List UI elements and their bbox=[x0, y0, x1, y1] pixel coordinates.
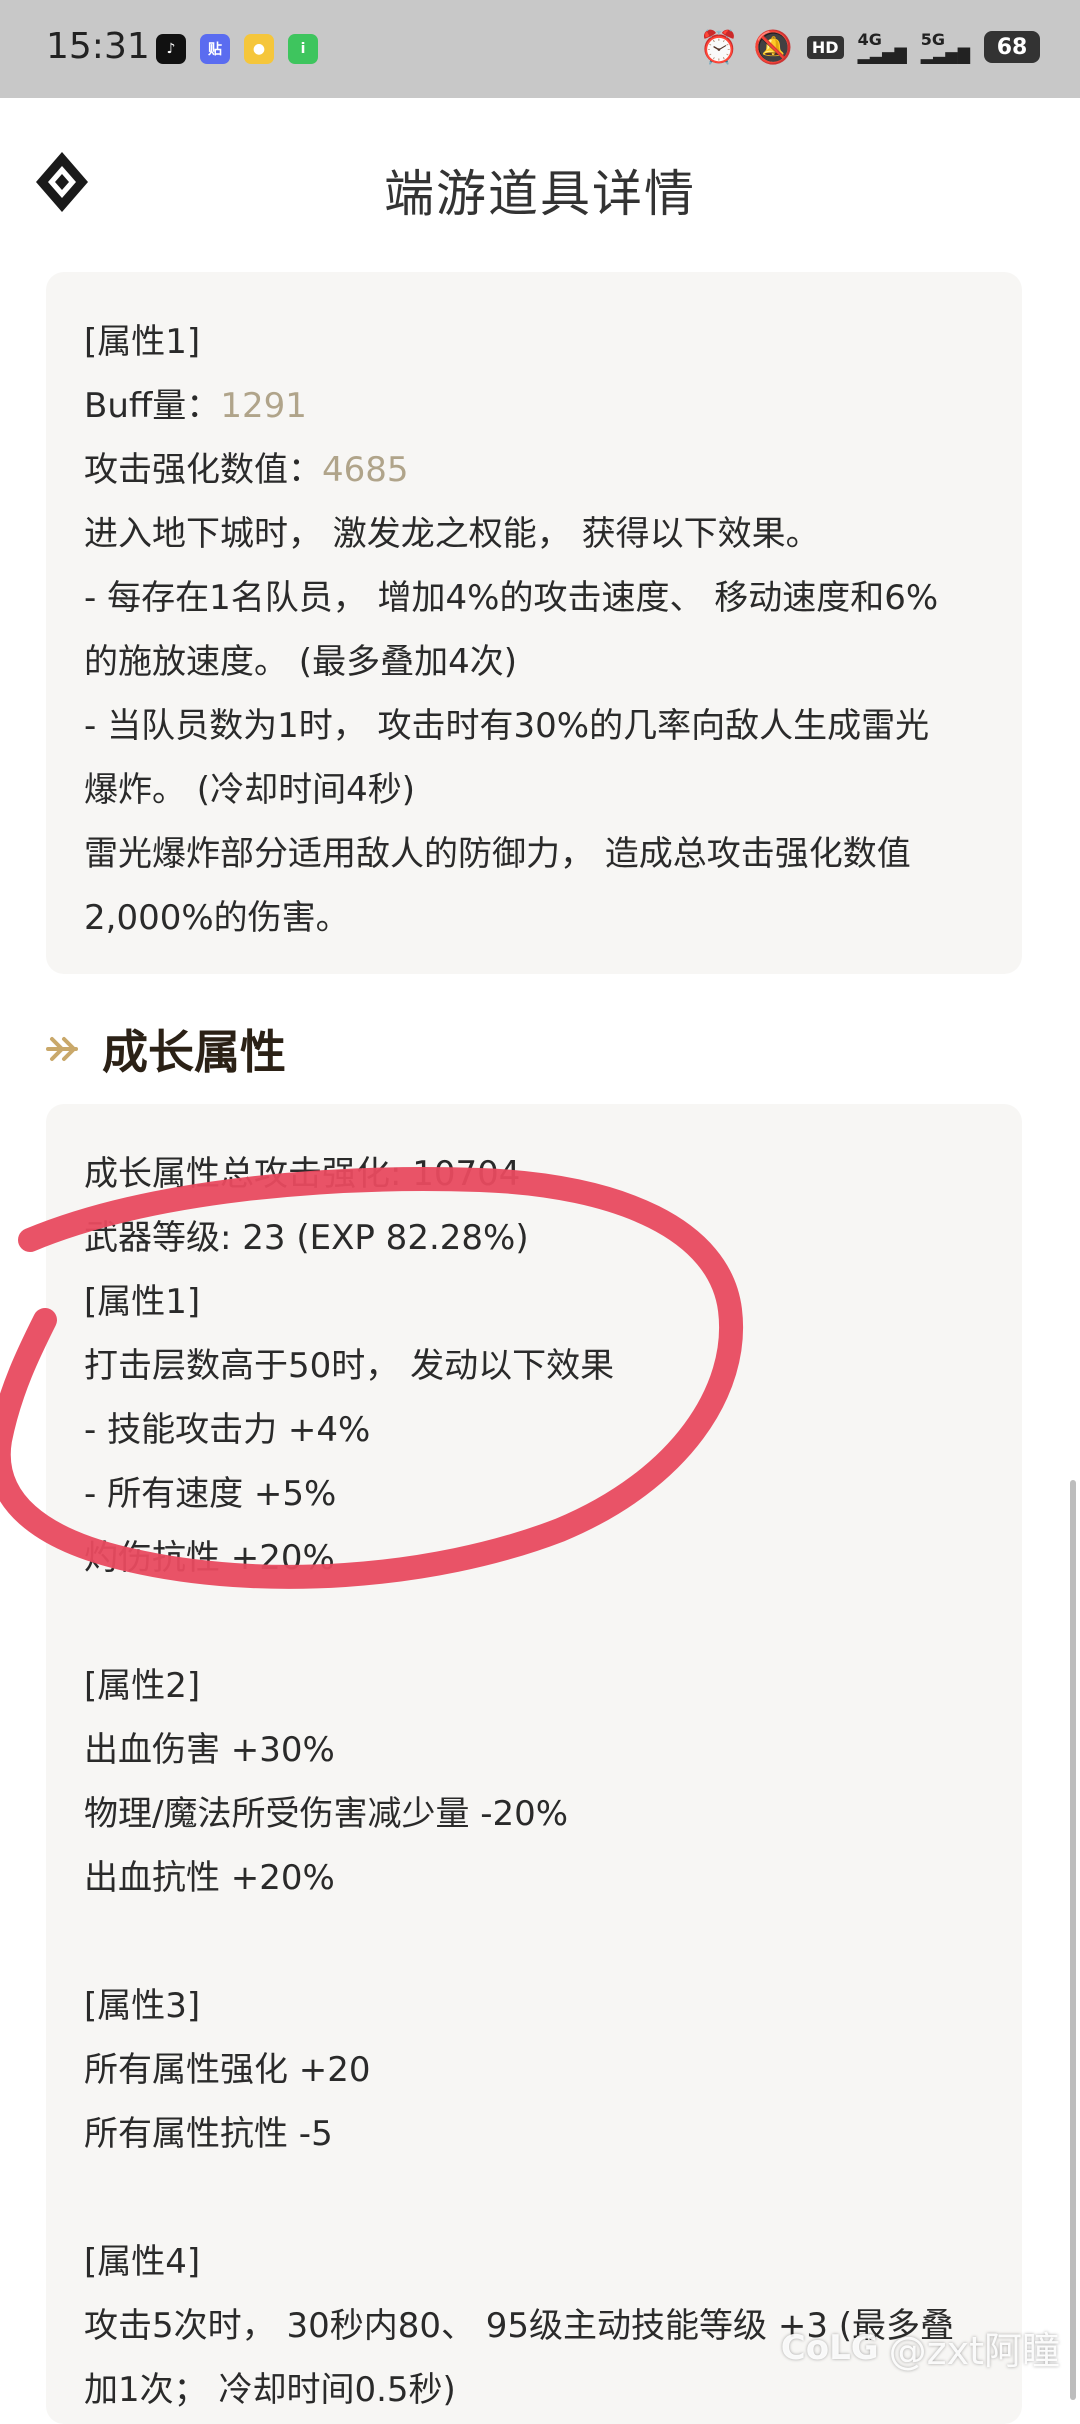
attr3-label: [属性3] bbox=[84, 1986, 201, 2026]
battery-icon: 68 bbox=[984, 31, 1040, 63]
alarm-icon: ⏰ bbox=[699, 28, 740, 66]
effect-line: - 当队员数为1时， 攻击时有30%的几率向敌人生成雷光 bbox=[84, 706, 930, 746]
item-attributes-card: [属性1] Buff量：1291 攻击强化数值：4685 进入地下城时， 激发龙… bbox=[46, 272, 1022, 974]
effect-line: 进入地下城时， 激发龙之权能， 获得以下效果。 bbox=[84, 514, 820, 554]
attr3-line: 所有属性强化 +20 bbox=[84, 2050, 371, 2090]
app-header: 端游道具详情 bbox=[0, 98, 1080, 270]
weapon-level-line: 武器等级: 23 (EXP 82.28%) bbox=[84, 1218, 529, 1258]
buff-value: 1291 bbox=[220, 386, 307, 426]
watermark-text: @zxt阿瞳 bbox=[888, 2329, 1060, 2373]
scrollbar[interactable] bbox=[1070, 1480, 1076, 2400]
attr2-line: 出血伤害 +30% bbox=[84, 1730, 335, 1770]
watermark-logo: CoLG bbox=[780, 2327, 879, 2368]
signal-5g-icon: 5G ▂▃▅▇ bbox=[920, 30, 970, 64]
attack-value: 4685 bbox=[322, 450, 409, 490]
status-bar: 15:31 ♪ 贴 ● i ⏰ 🔕 HD 4G ▂▃▅▇ 5G ▂▃▅▇ 68 bbox=[0, 0, 1080, 98]
attr2-label: [属性2] bbox=[84, 1666, 201, 1706]
hd-icon: HD bbox=[806, 35, 844, 59]
effect-line: 的施放速度。 (最多叠加4次) bbox=[84, 642, 517, 682]
mute-icon: 🔕 bbox=[753, 28, 793, 66]
attr-label: [属性1] bbox=[84, 322, 201, 362]
buff-line: Buff量：1291 bbox=[84, 374, 984, 438]
maps-icon: ● bbox=[244, 34, 274, 64]
growth-attributes-card: 成长属性总攻击强化: 10704 武器等级: 23 (EXP 82.28%) [… bbox=[46, 1104, 1022, 2424]
status-time: 15:31 bbox=[46, 26, 150, 67]
watermark: CoLG @zxt阿瞳 bbox=[781, 2320, 1060, 2375]
growth-section-heading: 成长属性 bbox=[46, 1014, 286, 1084]
attr1-line: - 技能攻击力 +4% bbox=[84, 1410, 371, 1450]
attr1-line: 灼伤抗性 +20% bbox=[84, 1538, 335, 1578]
attack-line: 攻击强化数值：4685 bbox=[84, 438, 984, 502]
tiktok-icon: ♪ bbox=[156, 34, 186, 64]
attr1-line: - 所有速度 +5% bbox=[84, 1474, 337, 1514]
effect-line: 雷光爆炸部分适用敌人的防御力， 造成总攻击强化数值 bbox=[84, 834, 911, 874]
attr4-label: [属性4] bbox=[84, 2242, 201, 2282]
notification-app-icons: ♪ 贴 ● i bbox=[156, 34, 318, 64]
effect-line: - 每存在1名队员， 增加4%的攻击速度、 移动速度和6% bbox=[84, 578, 939, 618]
effect-line: 爆炸。 (冷却时间4秒) bbox=[84, 770, 415, 810]
growth-total-line: 成长属性总攻击强化: 10704 bbox=[84, 1154, 521, 1194]
attr1-line: 打击层数高于50时， 发动以下效果 bbox=[84, 1346, 615, 1386]
attr3-line: 所有属性抗性 -5 bbox=[84, 2114, 333, 2154]
attr2-line: 出血抗性 +20% bbox=[84, 1858, 335, 1898]
section-title: 成长属性 bbox=[102, 1025, 286, 1079]
status-indicators: ⏰ 🔕 HD 4G ▂▃▅▇ 5G ▂▃▅▇ 68 bbox=[699, 30, 1040, 64]
page-title: 端游道具详情 bbox=[384, 165, 696, 223]
attack-label: 攻击强化数值： bbox=[84, 450, 322, 490]
tieba-icon: 贴 bbox=[200, 34, 230, 64]
effect-line: 2,000%的伤害。 bbox=[84, 898, 350, 938]
buff-label: Buff量： bbox=[84, 386, 221, 426]
double-chevron-right-icon bbox=[46, 1037, 78, 1061]
attr2-line: 物理/魔法所受伤害减少量 -20% bbox=[84, 1794, 569, 1834]
iqiyi-icon: i bbox=[288, 34, 318, 64]
signal-4g-icon: 4G ▂▃▅▇ bbox=[857, 30, 907, 64]
attr1-label: [属性1] bbox=[84, 1282, 201, 1322]
